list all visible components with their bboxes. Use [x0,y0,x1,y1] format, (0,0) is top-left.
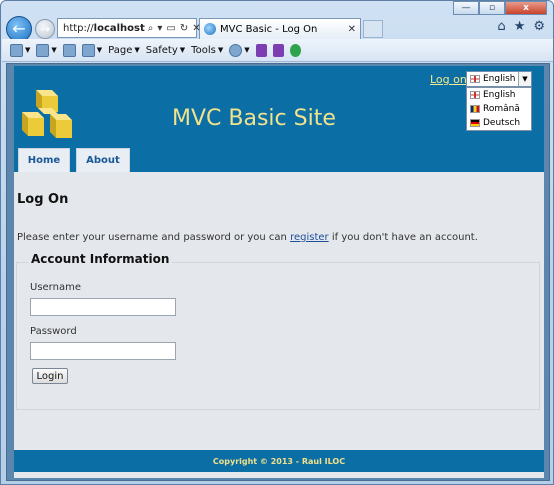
ie-page-icon [204,23,216,35]
password-label: Password [30,326,77,337]
username-input[interactable] [30,298,176,316]
language-option-english[interactable]: English [467,88,531,102]
log-on-link[interactable]: Log on [430,73,467,86]
tools-menu[interactable]: Tools ▼ [191,45,223,56]
browser-window: — ▫ x ← → http://localhost ⌕ ▾ ▭ ↻ ✕ MVC… [0,0,554,485]
chevron-down-icon: ▼ [244,46,250,54]
chevron-down-icon: ▼ [25,46,31,54]
page-menu-label: Page [108,44,133,56]
printer-icon [81,43,95,57]
uk-flag-icon [470,75,480,83]
favorites-star-icon[interactable]: ★ [514,19,526,34]
password-input[interactable] [30,342,176,360]
language-option-label: English [483,90,516,100]
language-dropdown-list: English Română Deutsch [466,87,532,131]
skype-icon[interactable] [289,43,301,57]
tab-title: MVC Basic - Log On [220,23,318,35]
onenote-icon[interactable] [255,43,267,57]
close-window-button[interactable]: x [505,1,547,15]
close-tab-icon[interactable]: ✕ [348,24,356,35]
language-option-label: Română [483,104,520,114]
safety-menu-label: Safety [145,44,178,56]
cubes-logo-icon [22,90,72,138]
refresh-icon[interactable]: ↻ [179,23,189,34]
browser-tab[interactable]: MVC Basic - Log On ✕ [199,18,361,39]
gear-icon[interactable]: ⚙ [533,19,545,34]
window-controls: — ▫ x [453,1,547,15]
search-icon[interactable]: ⌕ [147,23,155,34]
command-bar: ▼ ▼ ▼ Page ▼ Safety ▼ Tools ▼ ▼ [2,39,553,62]
fieldset-legend: Account Information [28,252,173,266]
new-tab-button[interactable] [363,20,383,38]
print-command[interactable]: ▼ [81,43,103,57]
home-icon[interactable]: ⌂ [497,19,505,34]
language-option-deutsch[interactable]: Deutsch [467,116,531,130]
site-footer: Copyright © 2013 - Raul ILOC [14,450,544,472]
compat-view-icon[interactable]: ▭ [165,23,176,34]
web-page: MVC Basic Site Log on English ▼ English … [14,66,544,478]
safety-menu[interactable]: Safety ▼ [146,45,185,56]
browser-right-icons: ⌂ ★ ⚙ [497,19,545,34]
chevron-down-icon: ▼ [51,46,57,54]
chevron-down-icon[interactable]: ▼ [518,72,531,86]
maximize-button[interactable]: ▫ [479,1,505,15]
tools-menu-label: Tools [191,44,216,56]
language-option-romana[interactable]: Română [467,102,531,116]
main-menu: Home About [14,148,130,172]
chevron-down-icon[interactable]: ▾ [156,23,163,34]
address-bar[interactable]: http://localhost ⌕ ▾ ▭ ↻ ✕ [57,18,201,38]
help-menu[interactable]: ▼ [229,43,250,57]
username-label: Username [30,282,81,293]
feed-icon [36,43,50,57]
intro-text-end: if you don't have an account. [328,232,478,243]
page-viewport: MVC Basic Site Log on English ▼ English … [6,63,550,481]
mail-icon [62,43,76,57]
chevron-down-icon: ▼ [96,46,103,54]
onenote-linked-icon[interactable] [272,43,284,57]
germany-flag-icon [470,119,480,127]
chevron-down-icon: ▼ [217,46,224,54]
minimize-button[interactable]: — [453,1,479,15]
home-icon [10,43,23,57]
menu-tab-home[interactable]: Home [18,148,70,172]
home-command[interactable]: ▼ [10,43,31,57]
mail-command[interactable] [62,43,76,57]
intro-text: Please enter your username and password … [17,232,478,243]
intro-text-start: Please enter your username and password … [17,232,291,243]
language-select[interactable]: English ▼ [466,71,532,87]
account-fieldset [16,262,540,410]
language-selected: English [483,74,516,84]
feeds-command[interactable]: ▼ [36,43,57,57]
register-link[interactable]: register [290,232,329,243]
address-url[interactable]: http://localhost [63,23,145,34]
forward-button[interactable]: → [35,19,55,39]
site-title: MVC Basic Site [172,106,336,131]
login-button[interactable]: Login [32,368,68,384]
romania-flag-icon [470,105,480,113]
help-icon [229,43,243,57]
menu-tab-about[interactable]: About [76,148,130,172]
chevron-down-icon: ▼ [134,46,140,54]
page-menu[interactable]: Page ▼ [108,45,140,56]
language-option-label: Deutsch [483,118,521,128]
uk-flag-icon [470,91,480,99]
main-content: Log On Please enter your username and pa… [14,172,544,440]
page-title: Log On [17,192,69,207]
chevron-down-icon: ▼ [179,46,186,54]
site-header: MVC Basic Site Log on English ▼ English … [14,66,544,172]
